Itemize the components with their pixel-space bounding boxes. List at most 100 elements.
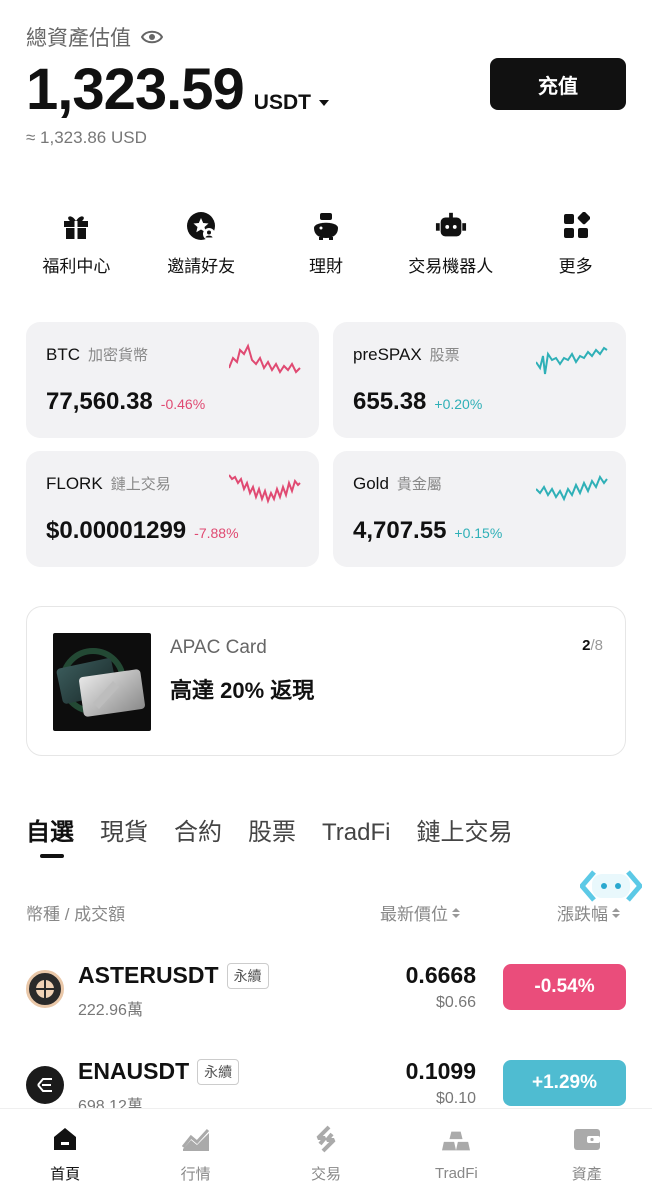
card-change: -7.88% bbox=[194, 525, 239, 541]
card-symbol: preSPAX bbox=[353, 345, 422, 364]
nav-home[interactable]: 首頁 bbox=[10, 1125, 120, 1184]
pair-volume: 222.96萬 bbox=[78, 1002, 143, 1019]
total-assets-text: 總資產估值 bbox=[26, 27, 131, 50]
card-name-row: preSPAX 股票 bbox=[353, 344, 460, 365]
action-trading-bot[interactable]: 交易機器人 bbox=[388, 210, 513, 277]
sort-icon bbox=[452, 907, 460, 918]
tab-futures[interactable]: 合約 bbox=[174, 812, 222, 847]
change-badge[interactable]: -0.54% bbox=[503, 964, 626, 1010]
trade-icon bbox=[312, 1125, 340, 1153]
card-symbol: BTC bbox=[46, 345, 80, 364]
last-price: 0.1099 bbox=[405, 1058, 476, 1084]
sort-icon bbox=[612, 907, 620, 918]
perpetual-tag: 永續 bbox=[197, 1058, 240, 1085]
unit-selector[interactable]: USDT bbox=[254, 91, 329, 115]
eye-icon[interactable] bbox=[141, 30, 163, 44]
tab-tradfi[interactable]: TradFi bbox=[322, 819, 390, 847]
nav-label: TradFi bbox=[434, 1165, 478, 1182]
card-change: +0.20% bbox=[434, 396, 483, 412]
card-name-row: BTC 加密貨幣 bbox=[46, 344, 148, 365]
promo-banner[interactable]: APAC Card 高達 20% 返現 2/8 bbox=[26, 606, 626, 756]
card-price-row: 77,560.38 -0.46% bbox=[46, 388, 205, 416]
home-icon bbox=[51, 1125, 79, 1153]
last-price-usd: $0.10 bbox=[435, 1090, 476, 1107]
card-price-row: $0.00001299 -7.88% bbox=[46, 517, 239, 545]
promo-pager: 2/8 bbox=[582, 637, 603, 654]
tab-favorites[interactable]: 自選 bbox=[26, 812, 74, 847]
pair-symbol: ENAUSDT bbox=[78, 1058, 190, 1084]
nav-assets[interactable]: 資產 bbox=[532, 1125, 642, 1184]
promo-title: APAC Card bbox=[170, 637, 267, 658]
card-price: $0.00001299 bbox=[46, 517, 187, 544]
action-invite-friends[interactable]: 邀請好友 bbox=[139, 210, 264, 277]
balance-row: 1,323.59 USDT bbox=[26, 56, 329, 123]
market-card-prespax[interactable]: preSPAX 股票 655.38 +0.20% bbox=[333, 322, 626, 438]
header-last-price[interactable]: 最新價位 bbox=[380, 900, 460, 925]
tab-onchain[interactable]: 鏈上交易 bbox=[416, 812, 512, 847]
tab-spot[interactable]: 現貨 bbox=[100, 812, 148, 847]
card-price: 77,560.38 bbox=[46, 388, 153, 415]
card-category: 加密貨幣 bbox=[88, 347, 149, 364]
card-price: 4,707.55 bbox=[353, 517, 447, 544]
nav-label: 資產 bbox=[571, 1166, 602, 1183]
card-price-row: 4,707.55 +0.15% bbox=[353, 517, 502, 545]
last-price: 0.6668 bbox=[405, 962, 476, 988]
header-coin-volume[interactable]: 幣種 / 成交額 bbox=[26, 900, 125, 925]
card-category: 鏈上交易 bbox=[110, 476, 171, 493]
action-label: 更多 bbox=[558, 257, 593, 276]
nav-label: 首頁 bbox=[50, 1166, 81, 1183]
header-change[interactable]: 漲跌幅 bbox=[557, 900, 620, 925]
nav-tradfi[interactable]: TradFi bbox=[401, 1127, 511, 1182]
action-label: 邀請好友 bbox=[167, 257, 236, 276]
promo-page-total: /8 bbox=[590, 637, 603, 654]
action-welfare-center[interactable]: 福利中心 bbox=[14, 210, 139, 277]
nav-trade[interactable]: 交易 bbox=[271, 1125, 381, 1184]
invite-friend-icon bbox=[185, 210, 217, 242]
card-category: 貴金屬 bbox=[396, 476, 442, 493]
action-label: 交易機器人 bbox=[408, 257, 494, 276]
wallet-icon bbox=[573, 1125, 601, 1153]
active-tab-indicator bbox=[40, 854, 64, 858]
total-assets-label: 總資產估值 bbox=[26, 22, 163, 52]
action-more[interactable]: 更多 bbox=[513, 210, 638, 277]
tab-stocks[interactable]: 股票 bbox=[248, 812, 296, 847]
market-chart-icon bbox=[181, 1125, 210, 1153]
header-last-price-label: 最新價位 bbox=[380, 905, 448, 924]
pair-symbol: ASTERUSDT bbox=[78, 962, 219, 988]
assistant-mascot-icon[interactable] bbox=[580, 868, 642, 904]
quick-actions: 福利中心 邀請好友 理財 交易機器人 更多 bbox=[14, 210, 638, 277]
sparkline bbox=[536, 474, 608, 502]
action-label: 理財 bbox=[308, 257, 343, 276]
deposit-button[interactable]: 充值 bbox=[490, 58, 626, 110]
action-label: 福利中心 bbox=[42, 257, 111, 276]
card-symbol: FLORK bbox=[46, 474, 103, 493]
card-price: 655.38 bbox=[353, 388, 427, 415]
sparkline bbox=[229, 474, 301, 505]
perpetual-tag: 永續 bbox=[226, 962, 269, 989]
market-card-flork[interactable]: FLORK 鏈上交易 $0.00001299 -7.88% bbox=[26, 451, 319, 567]
card-category: 股票 bbox=[429, 347, 460, 364]
change-badge[interactable]: +1.29% bbox=[503, 1060, 626, 1106]
pair-name-row: ENAUSDT 永續 bbox=[78, 1058, 240, 1085]
card-promo-image bbox=[53, 633, 151, 731]
action-earn[interactable]: 理財 bbox=[264, 210, 389, 277]
market-card-btc[interactable]: BTC 加密貨幣 77,560.38 -0.46% bbox=[26, 322, 319, 438]
header-change-label: 漲跌幅 bbox=[557, 905, 608, 924]
gold-bars-icon bbox=[442, 1127, 471, 1155]
card-symbol: Gold bbox=[353, 474, 389, 493]
card-change: +0.15% bbox=[454, 525, 503, 541]
piggy-bank-icon bbox=[310, 210, 342, 242]
table-row[interactable]: ASTERUSDT 永續 222.96萬 0.6668 $0.66 -0.54% bbox=[26, 962, 626, 1032]
sparkline bbox=[229, 343, 301, 374]
promo-subtitle: 高達 20% 返現 bbox=[170, 678, 315, 703]
card-change: -0.46% bbox=[160, 396, 206, 412]
nav-market[interactable]: 行情 bbox=[141, 1125, 251, 1184]
sparkline bbox=[536, 346, 608, 375]
unit-label: USDT bbox=[253, 91, 311, 114]
more-apps-icon bbox=[560, 210, 592, 242]
market-card-gold[interactable]: Gold 貴金屬 4,707.55 +0.15% bbox=[333, 451, 626, 567]
gift-icon bbox=[60, 210, 92, 242]
pair-name-row: ASTERUSDT 永續 bbox=[78, 962, 269, 989]
caret-down-icon bbox=[318, 100, 329, 106]
nav-label: 交易 bbox=[310, 1166, 341, 1183]
